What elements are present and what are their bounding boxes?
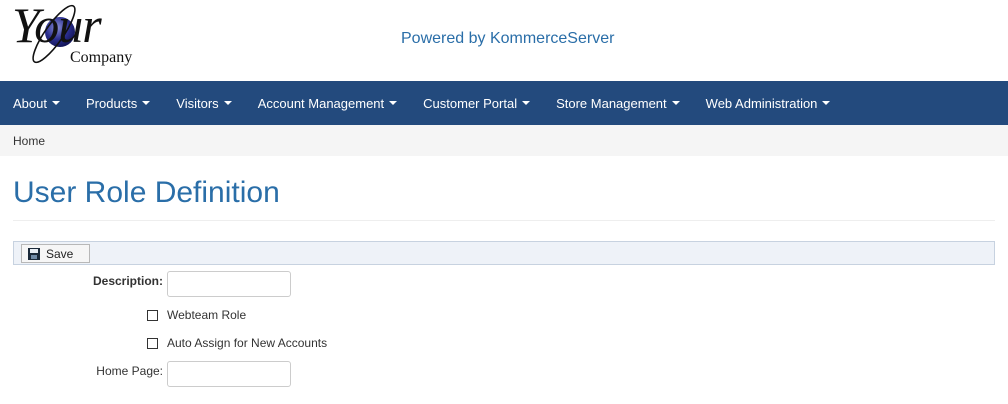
logo-company-text: Company [70,49,133,66]
description-input[interactable] [167,271,291,297]
save-button-label: Save [46,246,74,261]
header: Your Company Powered by KommerceServer [0,0,1008,81]
caret-down-icon [822,101,831,105]
nav-item-label: Store Management [556,95,667,111]
webteam-role-checkbox[interactable] [147,309,158,321]
caret-down-icon [389,101,398,105]
nav-item-label: Visitors [176,95,219,111]
logo-text: Your [12,0,102,53]
floppy-disk-icon [28,247,40,260]
caret-down-icon [51,101,60,105]
webteam-role-label: Webteam Role [167,308,247,322]
nav-item-label: About [13,95,47,111]
nav-item-web-administration[interactable]: Web Administration [693,81,844,125]
nav-item-about[interactable]: About [0,81,73,125]
main-navbar: About Products Visitors Account Manageme… [0,81,1008,125]
auto-assign-label: Auto Assign for New Accounts [167,336,328,350]
nav-item-products[interactable]: Products [73,81,163,125]
nav-item-label: Account Management [257,95,385,111]
save-button[interactable]: Save [21,244,90,263]
home-page-input[interactable] [167,361,291,387]
caret-down-icon [522,101,531,105]
company-logo[interactable]: Your Company [6,0,146,72]
description-label: Description: [92,274,163,288]
nav-item-visitors[interactable]: Visitors [163,81,244,125]
caret-down-icon [223,101,232,105]
title-divider [13,220,995,221]
auto-assign-row: Auto Assign for New Accounts [147,336,327,350]
breadcrumb: Home [0,125,1008,156]
caret-down-icon [671,101,680,105]
webteam-role-row: Webteam Role [147,308,246,322]
caret-down-icon [142,101,151,105]
nav-item-label: Web Administration [705,95,818,111]
page-title: User Role Definition [13,176,280,209]
form-toolbar: Save [13,241,995,265]
nav-item-customer-portal[interactable]: Customer Portal [410,81,543,125]
breadcrumb-home[interactable]: Home [13,134,45,148]
nav-item-account-management[interactable]: Account Management [245,81,410,125]
nav-item-label: Products [85,95,138,111]
nav-item-label: Customer Portal [423,95,518,111]
nav-item-store-management[interactable]: Store Management [543,81,693,125]
home-page-label: Home Page: [96,364,163,378]
auto-assign-checkbox[interactable] [147,337,158,349]
powered-by-text: Powered by KommerceServer [401,30,615,47]
